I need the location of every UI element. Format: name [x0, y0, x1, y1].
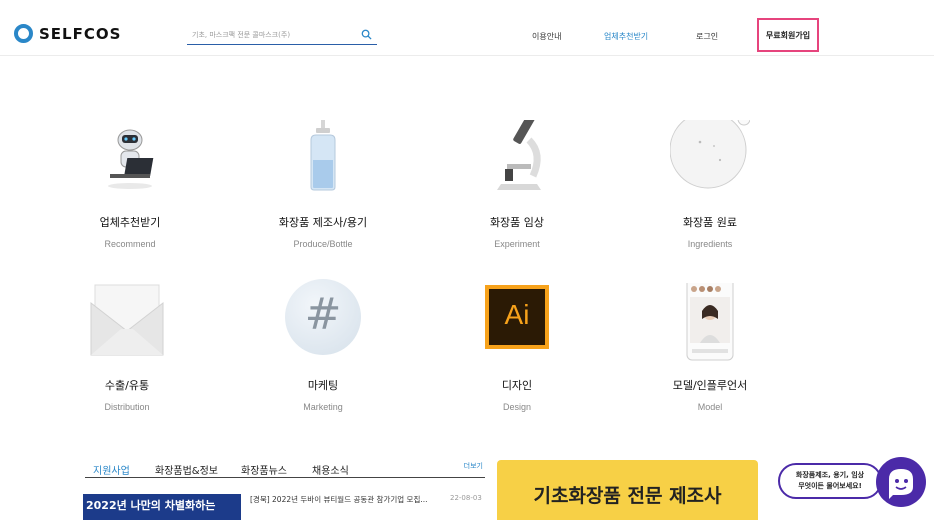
category-ingredients[interactable]: 화장품 원료 Ingredients: [610, 111, 810, 249]
news-thumbnail-text: 2022년 나만의 차별화하는: [86, 499, 216, 512]
nav-login[interactable]: 로그인: [696, 31, 718, 42]
category-subtitle: Marketing: [303, 402, 343, 412]
category-subtitle: Ingredients: [687, 239, 733, 249]
tab-law-info[interactable]: 화장품법&정보: [155, 462, 218, 477]
phone-model-icon: [670, 273, 750, 363]
category-title: 수출/유통: [104, 379, 150, 392]
signup-button[interactable]: 무료회원가입: [757, 18, 819, 52]
nav-get-recommendation[interactable]: 업체추천받기: [604, 31, 648, 42]
chatbot-icon[interactable]: [876, 457, 926, 507]
promo-banner[interactable]: 기초화장품 전문 제조사: [497, 460, 758, 520]
category-title: 화장품 임상: [489, 216, 545, 229]
category-subtitle: Design: [502, 402, 531, 412]
illustrator-icon: Ai: [477, 283, 557, 363]
robot-icon: [90, 120, 170, 200]
category-subtitle: Produce/Bottle: [293, 239, 353, 249]
news-item-date: 22-08-03: [450, 494, 482, 502]
news-tabs: 지원사업 화장품법&정보 화장품뉴스 채용소식 더보기: [85, 461, 485, 478]
category-subtitle: Distribution: [104, 402, 150, 412]
ai-glyph: Ai: [504, 299, 530, 330]
microscope-icon: [477, 113, 557, 200]
category-title: 업체추천받기: [99, 216, 161, 229]
search-input[interactable]: [192, 27, 352, 43]
hashtag-icon: #: [283, 279, 363, 363]
more-link[interactable]: 더보기: [464, 461, 483, 471]
category-subtitle: Model: [697, 402, 723, 412]
category-title: 화장품 제조사/용기: [278, 216, 368, 229]
tab-recruitment[interactable]: 채용소식: [312, 462, 349, 477]
search-box: [187, 26, 377, 45]
category-title: 화장품 원료: [682, 216, 738, 229]
category-design[interactable]: Ai 디자인 Design: [417, 283, 617, 412]
chat-line-1: 화장품제조, 용기, 임상: [795, 471, 865, 479]
pump-bottle-icon: [283, 114, 363, 200]
header: SELFCOS 이용안내 업체추천받기 로그인 무료회원가입: [0, 0, 934, 56]
chat-line-2: 무엇이든 물어보세요!: [798, 482, 862, 490]
category-produce-bottle[interactable]: 화장품 제조사/용기 Produce/Bottle: [223, 114, 423, 249]
hashtag-glyph: #: [304, 289, 342, 340]
category-experiment[interactable]: 화장품 임상 Experiment: [417, 113, 617, 249]
category-title: 마케팅: [307, 379, 339, 392]
tab-cosmetics-news[interactable]: 화장품뉴스: [241, 462, 287, 477]
category-model[interactable]: 모델/인플루언서 Model: [610, 273, 810, 412]
promo-banner-text: 기초화장품 전문 제조사: [533, 485, 722, 507]
category-marketing[interactable]: # 마케팅 Marketing: [223, 279, 423, 412]
category-recommend[interactable]: 업체추천받기 Recommend: [30, 120, 230, 249]
nav-usage-guide[interactable]: 이용안내: [532, 31, 561, 42]
tab-support-projects[interactable]: 지원사업: [93, 462, 130, 477]
search-icon[interactable]: [361, 29, 372, 40]
envelope-icon: [87, 283, 167, 363]
news-item-title[interactable]: [경북] 2022년 두바이 뷰티월드 공동관 참가기업 모집...: [250, 494, 428, 505]
drop-bubble-icon: [669, 111, 751, 200]
logo-ring-icon: [14, 24, 33, 43]
category-subtitle: Recommend: [104, 239, 156, 249]
logo-text: SELFCOS: [39, 24, 122, 43]
chat-bubble[interactable]: 화장품제조, 용기, 임상 무엇이든 물어보세요!: [778, 463, 882, 499]
news-thumbnail[interactable]: 2022년 나만의 차별화하는: [83, 494, 241, 520]
category-distribution[interactable]: 수출/유통 Distribution: [27, 283, 227, 412]
category-title: 모델/인플루언서: [672, 379, 748, 392]
category-subtitle: Experiment: [494, 239, 540, 249]
logo[interactable]: SELFCOS: [14, 24, 121, 43]
category-title: 디자인: [501, 379, 533, 392]
